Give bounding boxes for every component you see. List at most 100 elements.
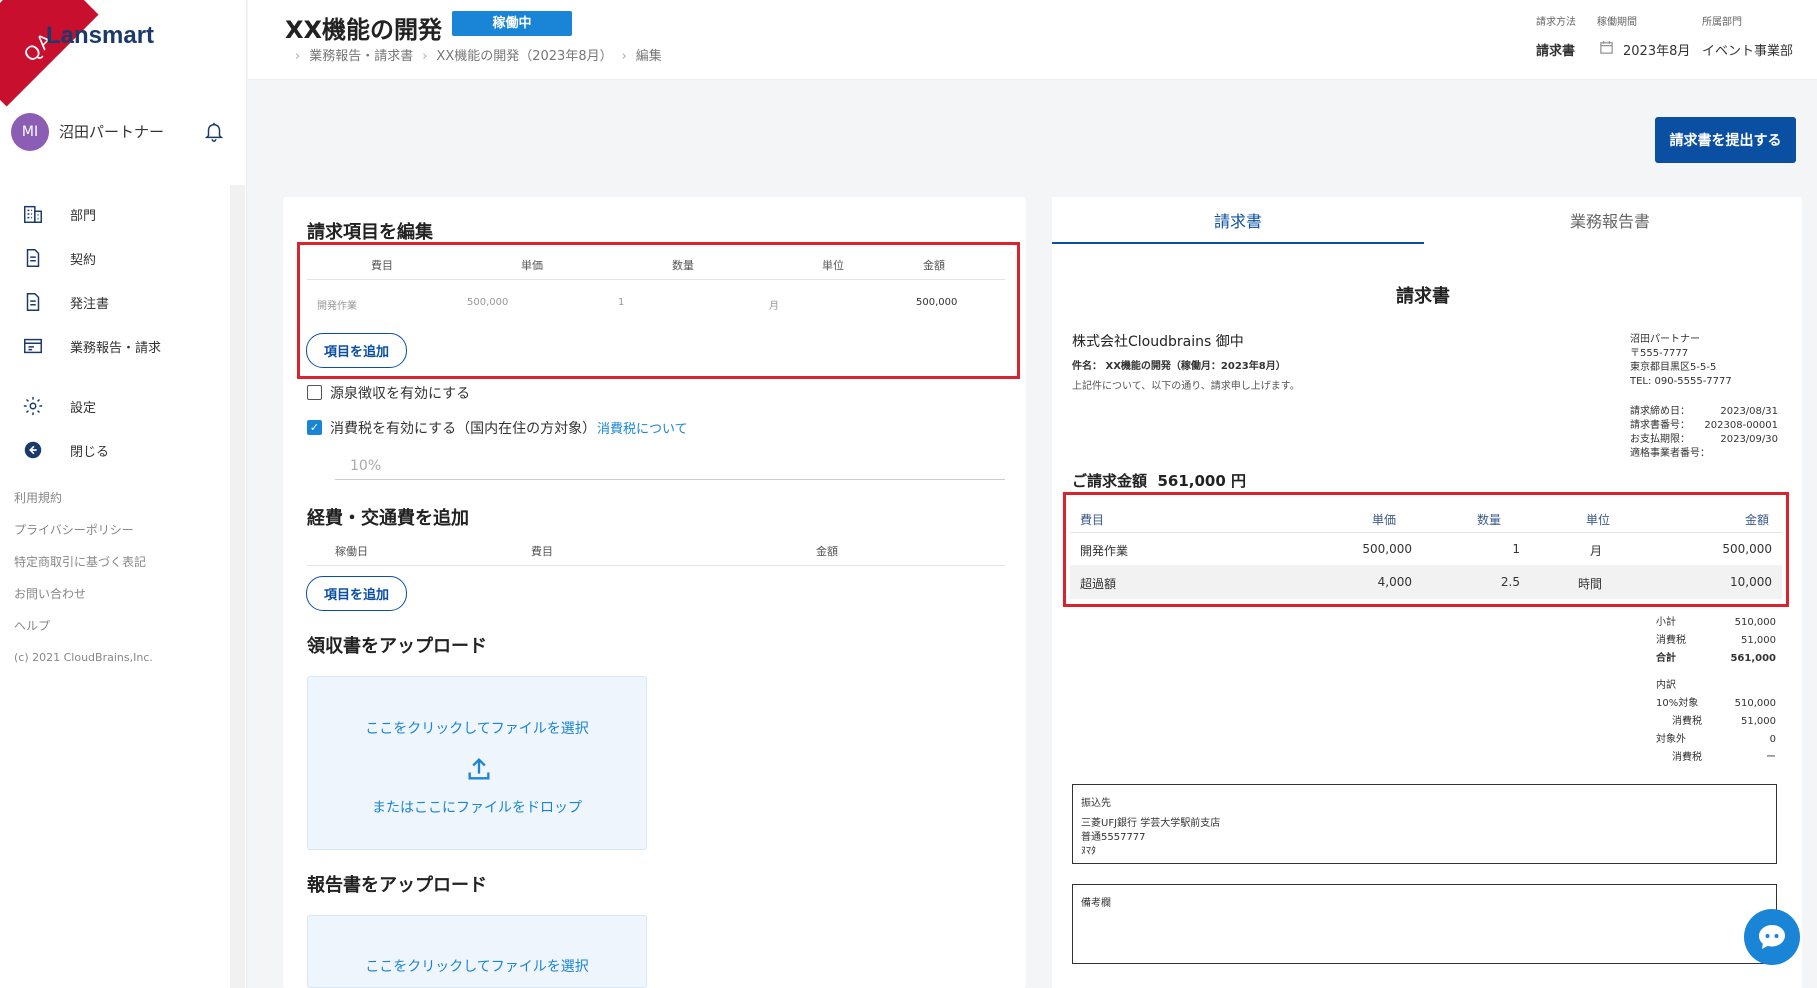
breakdown-block: 内訳 10%対象 510,000 消費税 51,000 対象外 0 消費税ー — [1656, 680, 1776, 763]
chat-button[interactable] — [1744, 909, 1800, 965]
tab-invoice[interactable]: 請求書 — [1214, 208, 1262, 232]
tab-work-report[interactable]: 業務報告書 — [1570, 208, 1650, 232]
report-icon — [24, 338, 42, 354]
sidebar-item-label: 設定 — [70, 400, 97, 416]
divider — [307, 565, 1005, 566]
column-header: 稼働日 — [335, 545, 368, 558]
logo[interactable]: Lansmart — [46, 22, 154, 50]
chevron-right-icon: › — [621, 49, 627, 64]
amount-value: 500,000 — [916, 297, 958, 308]
upload-drop-text: またはここにファイルをドロップ — [372, 800, 582, 816]
receipt-upload-title: 領収書をアップロード — [307, 636, 487, 657]
tax-info-link[interactable]: 消費税について — [597, 418, 688, 437]
breadcrumb: › 業務報告・請求書 › XX機能の開発（2023年8月） › 編集 — [286, 45, 662, 64]
sidebar-item-label: 発注書 — [70, 296, 110, 312]
sidebar-item-label: 部門 — [70, 208, 97, 224]
report-dropzone[interactable]: ここをクリックしてファイルを選択 — [307, 915, 647, 988]
sidebar-item-order[interactable]: 発注書 — [22, 287, 109, 317]
chat-icon — [1759, 925, 1785, 949]
column-header: 数量 — [672, 259, 694, 272]
edit-items-title: 請求項目を編集 — [307, 222, 433, 243]
column-header: 費目 — [371, 259, 393, 272]
invoice-table-header — [1070, 499, 1782, 533]
calendar-icon — [1600, 40, 1613, 54]
expenses-title: 経費・交通費を追加 — [307, 508, 469, 529]
arrow-left-circle-icon — [24, 441, 42, 459]
breadcrumb-item[interactable]: 業務報告・請求書 — [309, 49, 413, 64]
column-header: 数量 — [1477, 513, 1502, 527]
upload-click-text: ここをクリックしてファイルを選択 — [365, 959, 589, 975]
tax-rate-field[interactable]: 10% — [350, 458, 381, 474]
status-badge: 稼働中 — [452, 11, 572, 36]
invoice-dates: 請求締め日： 2023/08/31 請求書番号： 202308-00001 お支払期… — [1630, 406, 1778, 459]
sidebar-item-label: 業務報告・請求 — [70, 340, 162, 356]
document-icon — [26, 293, 40, 311]
column-header: 金額 — [923, 259, 945, 272]
sidebar-item-label: 契約 — [70, 252, 97, 268]
period-value: 2023年8月 — [1623, 44, 1691, 59]
sidebar-item-department[interactable]: 部門 — [22, 199, 96, 229]
report-upload-title: 報告書をアップロード — [307, 875, 487, 896]
sidebar-item-contract[interactable]: 契約 — [22, 243, 96, 273]
sidebar-item-report[interactable]: 業務報告・請求 — [22, 331, 161, 361]
method-value: 請求書 — [1536, 44, 1576, 59]
input-underline — [335, 479, 1005, 480]
footer-link-terms[interactable]: 利用規約 — [14, 489, 62, 506]
submit-invoice-button[interactable]: 請求書を提出する — [1655, 117, 1796, 163]
add-expense-button[interactable]: 項目を追加 — [306, 576, 407, 611]
qa-ribbon: QA — [0, 0, 99, 107]
avatar[interactable]: MI — [11, 113, 49, 151]
receipt-dropzone[interactable]: ここをクリックしてファイルを選択 またはここにファイルをドロップ — [307, 676, 647, 850]
upload-click-text: ここをクリックしてファイルを選択 — [365, 721, 589, 737]
withholding-checkbox[interactable] — [307, 385, 322, 400]
breadcrumb-item: 編集 — [635, 49, 662, 64]
subject: 件名： XX機能の開発（稼働月：2023年8月） — [1072, 361, 1286, 372]
sidebar-item-close[interactable]: 閉じる — [22, 435, 109, 465]
tax-label: 消費税を有効にする（国内在住の方対象） — [330, 421, 597, 437]
column-header: 単位 — [822, 259, 844, 272]
user-name[interactable]: 沼田パートナー — [59, 121, 164, 142]
column-header: 費目 — [531, 545, 553, 558]
footer-link-privacy[interactable]: プライバシーポリシー — [14, 521, 134, 538]
period-label: 稼働期間 — [1597, 17, 1637, 28]
chevron-right-icon: › — [422, 49, 428, 64]
document-icon — [26, 249, 40, 267]
method-label: 請求方法 — [1536, 17, 1576, 28]
bank-info-box: 振込先 三菱UFJ銀行 学芸大学駅前支店 普通5557777 ﾇﾏﾀ — [1072, 784, 1777, 864]
footer-link-contact[interactable]: お問い合わせ — [14, 585, 86, 602]
upload-icon — [468, 758, 490, 780]
add-item-button[interactable]: 項目を追加 — [306, 333, 407, 368]
quantity-field[interactable]: 1 — [618, 297, 624, 308]
breadcrumb-item[interactable]: XX機能の開発（2023年8月） — [436, 49, 612, 64]
divider — [307, 279, 1005, 280]
sidebar-item-label: 閉じる — [70, 444, 110, 460]
dept-value: イベント事業部 — [1702, 44, 1794, 59]
bell-icon[interactable] — [203, 119, 225, 143]
sidebar-scrollbar[interactable] — [230, 185, 245, 988]
intro-text: 上記件について、以下の通り、請求申し上げます。 — [1072, 381, 1300, 392]
sidebar: QA Lansmart MI 沼田パートナー 部門 契約 発注書 業務報告・請求… — [0, 0, 247, 988]
issuer-block: 沼田パートナー 〒555-7777 東京都目黒区5-5-5 TEL: 090-5… — [1630, 334, 1732, 387]
footer-link-help[interactable]: ヘルプ — [14, 617, 50, 634]
summary-block: 小計 510,000 消費税 51,000 合計 561,000 — [1656, 617, 1776, 664]
page-title: XX機能の開発 — [285, 16, 443, 44]
tax-checkbox[interactable]: ✓ — [307, 420, 322, 435]
unit-price-field[interactable]: 500,000 — [467, 297, 508, 308]
unit-field[interactable]: 月 — [769, 297, 779, 312]
withholding-label: 源泉徴収を有効にする — [330, 386, 471, 402]
column-header: 金額 — [1745, 513, 1770, 527]
gear-icon — [23, 396, 43, 416]
copyright: (c) 2021 CloudBrains,Inc. — [14, 651, 153, 664]
footer-link-commerce[interactable]: 特定商取引に基づく表記 — [14, 553, 146, 570]
table-row: 超過額 4,000 2.5 時間 10,000 — [1070, 565, 1782, 599]
doc-title: 請求書 — [1396, 286, 1450, 307]
column-header: 金額 — [816, 545, 838, 558]
building-icon — [24, 205, 42, 223]
client-name: 株式会社Cloudbrains 御中 — [1072, 334, 1244, 350]
total-amount: ご請求金額 561,000 円 — [1072, 472, 1247, 490]
sidebar-item-settings[interactable]: 設定 — [22, 391, 96, 421]
remarks-box: 備考欄 — [1072, 884, 1777, 964]
active-tab-indicator — [1052, 242, 1424, 244]
item-name-field[interactable]: 開発作業 — [317, 297, 357, 312]
column-header: 費目 — [1080, 513, 1105, 527]
